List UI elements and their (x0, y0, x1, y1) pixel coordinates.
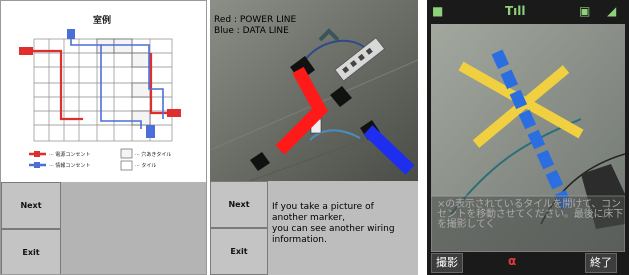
capture-softkey[interactable]: 撮影 (431, 253, 463, 273)
ar-camera-panel: Red : POWER LINE Blue : DATA LINE Next E… (210, 0, 418, 275)
legend-data-label: ··· 情報コンセント (49, 163, 91, 169)
camera-preview: ×の表示されているタイルを開けて、コンセントを移動させてください。最後に床下を撮… (431, 24, 625, 252)
data-outlet-icon (146, 125, 155, 138)
exit-button[interactable]: Exit (1, 229, 61, 274)
power-outlet-icon (167, 109, 181, 117)
legend-tile-label: ··· タイル (135, 163, 157, 169)
instruction-line: another marker, (272, 213, 346, 223)
instruction-message: ×の表示されているタイルを開けて、コンセントを移動させてください。最後に床下を撮… (437, 199, 623, 230)
app-mode-icon: α (508, 254, 517, 268)
next-button[interactable]: Next (210, 181, 268, 228)
instruction-line: you can see another wiring (272, 224, 395, 234)
status-indicator-icon: ◢ (607, 4, 617, 18)
camera-view: Red : POWER LINE Blue : DATA LINE (210, 0, 418, 181)
power-outlet-icon (19, 47, 33, 55)
button-bar: Next Exit (1, 182, 206, 274)
legend-hole-label: ··· 穴あきタイル (135, 152, 172, 158)
next-button[interactable]: Next (1, 182, 61, 229)
info-area (61, 182, 206, 274)
caption-red: Red : POWER LINE (214, 15, 297, 25)
floor-plan-svg (19, 29, 181, 171)
signal-icon: Tıll (505, 4, 526, 18)
phone-camera-panel: ■ Tıll ▣ ◢ ×の表示されているタイルを開けて、コンセントを移動させてく… (427, 0, 629, 275)
instruction-line: If you take a picture of (272, 202, 374, 212)
legend-tile-swatch (120, 160, 133, 171)
quit-softkey[interactable]: 終了 (585, 253, 617, 273)
data-outlet-icon (67, 29, 75, 39)
status-bar: ■ Tıll ▣ ◢ (427, 0, 629, 24)
instruction-line: information. (272, 235, 327, 245)
legend-hole-swatch (120, 148, 133, 159)
softkey-bar: 撮影 α 終了 (427, 252, 629, 275)
exit-button[interactable]: Exit (210, 228, 268, 275)
floor-plan-diagram: 室例 ··· 電源コンセント ··· 情報コンセント ··· 穴あきタイル ··… (1, 1, 206, 181)
floor-plan-panel: 室例 ··· 電源コンセント ··· 情報コンセント ··· 穴あきタイル ··… (0, 0, 207, 275)
memory-card-icon: ▣ (579, 4, 591, 18)
hole-tiles (96, 38, 151, 126)
caption-blue: Blue : DATA LINE (214, 26, 289, 36)
instruction-text: If you take a picture of another marker,… (272, 202, 418, 246)
legend-power-label: ··· 電源コンセント (49, 152, 91, 158)
battery-icon: ■ (432, 4, 444, 18)
